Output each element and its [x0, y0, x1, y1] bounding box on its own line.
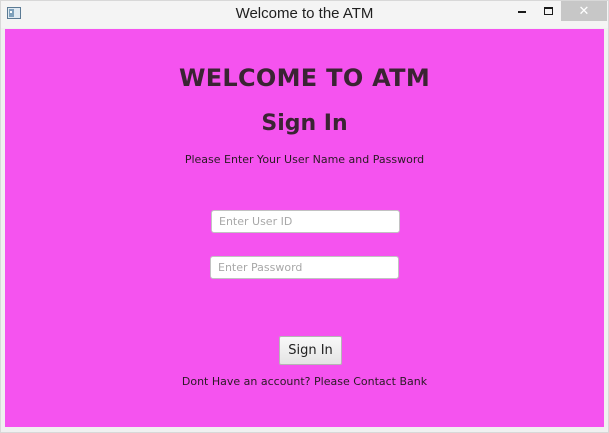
minimize-button[interactable] — [509, 1, 535, 21]
title-bar[interactable]: Welcome to the ATM ✕ — [1, 1, 608, 28]
sign-in-panel: WELCOME TO ATM Sign In Please Enter Your… — [5, 29, 604, 427]
contact-bank-text: Dont Have an account? Please Contact Ban… — [181, 375, 428, 388]
password-input[interactable] — [210, 256, 399, 279]
maximize-icon — [543, 7, 553, 15]
atm-window: Welcome to the ATM ✕ WELCOME TO ATM Sign… — [0, 0, 609, 433]
close-icon: ✕ — [578, 3, 590, 19]
sign-in-button[interactable]: Sign In — [279, 336, 342, 365]
user-id-input[interactable] — [211, 210, 400, 233]
sign-in-heading: Sign In — [261, 111, 348, 136]
instruction-text: Please Enter Your User Name and Password — [184, 153, 425, 166]
maximize-button[interactable] — [535, 1, 561, 21]
minimize-icon — [518, 11, 526, 13]
close-button[interactable]: ✕ — [561, 1, 607, 21]
welcome-heading: WELCOME TO ATM — [178, 64, 431, 92]
